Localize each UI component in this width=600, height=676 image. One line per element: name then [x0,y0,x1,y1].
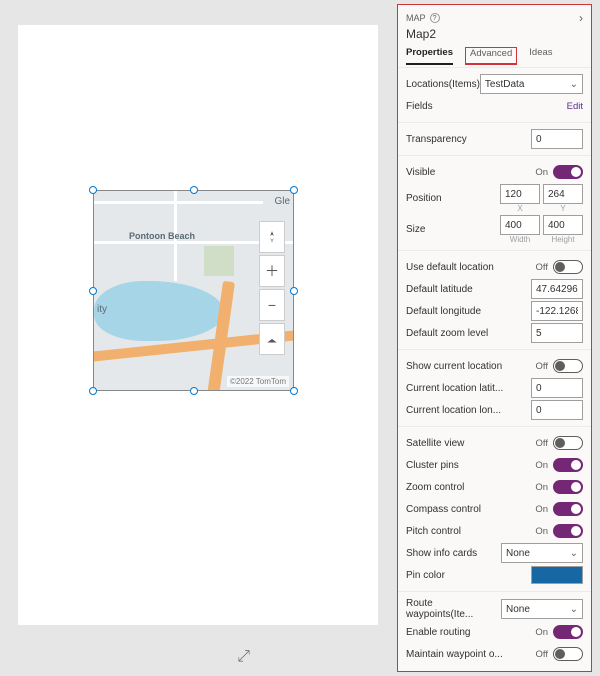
map-label: ity [97,304,107,315]
maintain-waypoint-toggle[interactable] [553,647,583,661]
locations-label: Locations(Items) [406,79,480,90]
resize-handle[interactable] [89,387,97,395]
chevron-down-icon: ⌄ [570,604,578,615]
pin-color-label: Pin color [406,570,531,581]
default-latitude-label: Default latitude [406,284,531,295]
size-height-input[interactable] [543,215,583,235]
canvas-resize-icon[interactable]: ⤢ [237,648,250,666]
satellite-view-label: Satellite view [406,438,536,449]
help-icon[interactable]: ? [430,13,440,23]
cluster-pins-toggle[interactable] [553,458,583,472]
resize-handle[interactable] [290,287,298,295]
position-x-input[interactable] [500,184,540,204]
position-y-input[interactable] [543,184,583,204]
chevron-down-icon: ⌄ [570,548,578,559]
zoom-control-label: Zoom control [406,482,535,493]
chevron-right-icon[interactable]: › [579,11,583,25]
default-zoom-label: Default zoom level [406,328,531,339]
use-default-location-label: Use default location [406,262,536,273]
visible-toggle[interactable] [553,165,583,179]
position-label: Position [406,193,500,204]
current-longitude-input[interactable] [531,400,583,420]
resize-handle[interactable] [290,186,298,194]
zoom-out-icon[interactable]: − [259,289,285,321]
compass-icon[interactable] [259,221,285,253]
pin-color-swatch[interactable] [531,566,583,584]
map-attribution: ©2022 TomTom [227,376,289,387]
route-waypoints-label: Route waypoints(Ite... [406,598,501,620]
default-latitude-input[interactable] [531,279,583,299]
pitch-control-label: Pitch control [406,526,535,537]
show-current-location-toggle[interactable] [553,359,583,373]
route-waypoints-dropdown[interactable]: None⌄ [501,599,583,619]
show-info-cards-dropdown[interactable]: None⌄ [501,543,583,563]
fields-label: Fields [406,101,567,112]
chevron-down-icon: ⌄ [570,79,578,90]
tab-properties[interactable]: Properties [406,47,453,65]
compass-control-toggle[interactable] [553,502,583,516]
design-canvas[interactable]: Pontoon Beach ity Gle ©2022 TomTom ＋ − [18,25,378,625]
resize-handle[interactable] [190,387,198,395]
transparency-input[interactable] [531,129,583,149]
maintain-waypoint-label: Maintain waypoint o... [406,649,536,660]
enable-routing-label: Enable routing [406,627,535,638]
current-latitude-input[interactable] [531,378,583,398]
cluster-pins-label: Cluster pins [406,460,535,471]
size-width-input[interactable] [500,215,540,235]
visible-label: Visible [406,167,535,178]
map-label: Pontoon Beach [129,231,195,241]
current-latitude-label: Current location latit... [406,383,531,394]
map-label: Gle [274,196,290,207]
properties-panel: MAP ? › Map2 Properties Advanced Ideas L… [397,4,592,672]
resize-handle[interactable] [89,287,97,295]
resize-handle[interactable] [190,186,198,194]
pitch-icon[interactable] [259,323,285,355]
default-longitude-input[interactable] [531,301,583,321]
show-current-location-label: Show current location [406,361,536,372]
resize-handle[interactable] [290,387,298,395]
locations-dropdown[interactable]: TestData⌄ [480,74,583,94]
satellite-view-toggle[interactable] [553,436,583,450]
tab-advanced[interactable]: Advanced [465,47,517,65]
transparency-label: Transparency [406,134,531,145]
zoom-control-toggle[interactable] [553,480,583,494]
pitch-control-toggle[interactable] [553,524,583,538]
size-label: Size [406,224,500,235]
control-title: Map2 [406,27,583,41]
breadcrumb: MAP [406,13,426,23]
show-info-cards-label: Show info cards [406,548,501,559]
tab-ideas[interactable]: Ideas [529,47,552,65]
enable-routing-toggle[interactable] [553,625,583,639]
resize-handle[interactable] [89,186,97,194]
map-control-selected[interactable]: Pontoon Beach ity Gle ©2022 TomTom ＋ − [93,190,294,391]
default-zoom-input[interactable] [531,323,583,343]
default-longitude-label: Default longitude [406,306,531,317]
use-default-location-toggle[interactable] [553,260,583,274]
zoom-in-icon[interactable]: ＋ [259,255,285,287]
map-preview[interactable]: Pontoon Beach ity Gle ©2022 TomTom ＋ − [94,191,293,390]
compass-control-label: Compass control [406,504,535,515]
fields-edit-link[interactable]: Edit [567,101,583,112]
current-longitude-label: Current location lon... [406,405,531,416]
